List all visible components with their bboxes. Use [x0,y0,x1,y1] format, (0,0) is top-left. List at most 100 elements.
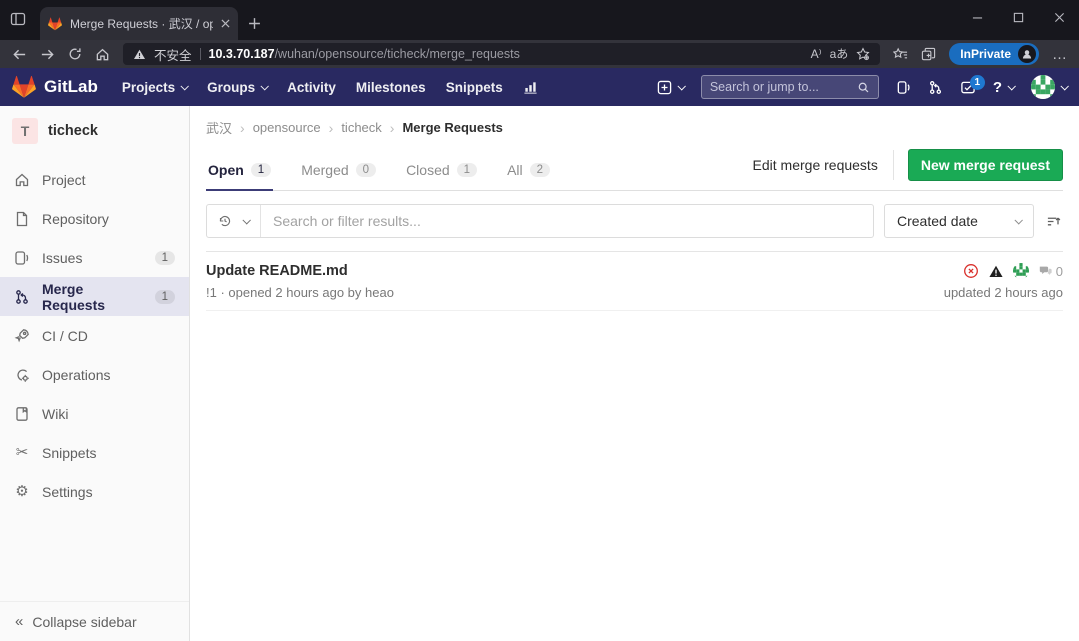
mr-info: Update README.md !1 · opened 2 hours ago… [206,263,394,300]
gitlab-brand[interactable]: GitLab [44,77,98,97]
todo-count-badge: 1 [970,75,985,90]
breadcrumb-separator: › [240,120,245,136]
merge-warning-icon[interactable] [988,264,1004,279]
address-bar[interactable]: 不安全 10.3.70.187/wuhan/opensource/ticheck… [123,43,880,65]
help-icon: ? [993,79,1002,96]
nav-milestones[interactable]: Milestones [346,80,436,95]
mr-updated: updated 2 hours ago [944,285,1063,300]
chevron-down-icon [242,216,250,224]
favorites-star-icon[interactable] [856,47,870,61]
comment-icon [1038,264,1053,278]
gitlab-navbar: GitLab Projects Groups Activity Mileston… [0,68,1079,106]
forward-icon[interactable] [40,47,55,62]
recent-searches-dropdown[interactable] [207,205,261,237]
breadcrumb-group[interactable]: 武汉 [206,118,232,137]
user-menu[interactable] [1031,75,1067,99]
address-divider [200,48,201,60]
sidebar-item-repository[interactable]: Repository [0,199,189,238]
mr-meta: !1 · opened 2 hours ago by heao [206,285,394,300]
sort-direction-icon[interactable] [1044,212,1063,231]
sidebar-item-issues[interactable]: Issues 1 [0,238,189,277]
sidebar-item-settings[interactable]: ⚙ Settings [0,472,189,511]
chevron-down-icon [677,82,685,90]
todos-icon[interactable]: 1 [960,80,976,95]
nav-snippets[interactable]: Snippets [436,80,513,95]
global-search-input[interactable] [710,80,857,94]
main-area: T ticheck Project Repository Issues 1 Me… [0,106,1079,641]
back-icon[interactable] [12,47,27,62]
new-menu-icon[interactable] [657,80,684,95]
breadcrumb-subgroup[interactable]: opensource [253,120,321,135]
nav-projects[interactable]: Projects [112,80,197,95]
merge-request-row[interactable]: Update README.md !1 · opened 2 hours ago… [206,252,1063,311]
inprivate-label: InPrivate [960,47,1011,61]
tab-all[interactable]: All2 [505,154,552,191]
assignee-avatar[interactable] [1013,263,1029,279]
project-name: ticheck [48,123,98,139]
nav-groups[interactable]: Groups [197,80,277,95]
mr-title-link[interactable]: Update README.md [206,263,394,279]
chevron-down-icon [181,82,189,90]
tab-open[interactable]: Open1 [206,154,273,191]
filter-search-input[interactable] [261,213,873,229]
collections-icon[interactable] [921,47,936,62]
sidebar-item-wiki[interactable]: Wiki [0,394,189,433]
nav-activity[interactable]: Activity [277,80,346,95]
mr-state-tabs: Open1 Merged0 Closed1 All2 Edit merge re… [206,149,1063,191]
refresh-icon[interactable] [68,47,82,61]
sidebar-item-merge-requests[interactable]: Merge Requests 1 [0,277,189,316]
collapse-sidebar-button[interactable]: « Collapse sidebar [0,601,189,641]
new-tab-icon[interactable] [248,17,261,30]
read-aloud-icon[interactable]: A⁾ [811,48,822,60]
file-icon [14,211,30,227]
issues-nav-icon[interactable] [896,80,911,95]
merge-requests-nav-icon[interactable] [928,80,943,95]
rocket-icon [14,328,30,344]
chart-icon[interactable] [513,80,548,95]
close-window-icon[interactable] [1054,12,1065,23]
tab-closed[interactable]: Closed1 [404,154,479,191]
tab-actions-menu-icon[interactable] [10,11,26,27]
global-search[interactable] [701,75,879,99]
browser-tab[interactable]: Merge Requests · 武汉 / opensc [40,7,238,40]
edit-merge-requests-button[interactable]: Edit merge requests [741,150,894,180]
translate-icon[interactable]: aあ [830,48,849,60]
breadcrumb-project[interactable]: ticheck [341,120,381,135]
profile-avatar-icon [1018,45,1036,63]
tab-merged[interactable]: Merged0 [299,154,378,191]
maximize-icon[interactable] [1013,12,1024,23]
inprivate-badge[interactable]: InPrivate [949,43,1039,65]
project-avatar: T [12,118,38,144]
chevron-down-icon [1014,216,1022,224]
browser-menu-icon[interactable]: … [1052,47,1067,62]
gitlab-logo-icon[interactable] [12,75,36,99]
breadcrumb-separator: › [390,120,395,136]
sidebar-item-snippets[interactable]: ✂ Snippets [0,433,189,472]
project-sidebar: T ticheck Project Repository Issues 1 Me… [0,106,190,641]
breadcrumb-separator: › [329,120,334,136]
help-menu[interactable]: ? [993,79,1014,96]
sidebar-item-ci-cd[interactable]: CI / CD [0,316,189,355]
tab-close-icon[interactable] [221,19,230,28]
filter-bar: Created date [206,204,1063,238]
sidebar-item-project[interactable]: Project [0,160,189,199]
open-count-badge: 1 [251,163,271,177]
pipeline-failed-icon[interactable] [963,263,979,279]
home-icon[interactable] [95,47,110,62]
favorites-list-icon[interactable] [893,47,908,62]
merge-request-list: Update README.md !1 · opened 2 hours ago… [206,251,1063,311]
security-label[interactable]: 不安全 [154,45,192,64]
project-context-header[interactable]: T ticheck [0,106,189,160]
merge-request-icon [14,289,30,305]
new-merge-request-button[interactable]: New merge request [908,149,1063,181]
sidebar-item-operations[interactable]: Operations [0,355,189,394]
browser-toolbar: 不安全 10.3.70.187/wuhan/opensource/ticheck… [0,40,1079,68]
filtered-search-box[interactable] [206,204,874,238]
url-text[interactable]: 10.3.70.187/wuhan/opensource/ticheck/mer… [209,47,520,61]
sort-dropdown[interactable]: Created date [884,204,1034,238]
minimize-icon[interactable] [972,12,983,23]
issues-count-badge: 1 [155,251,175,265]
home-icon [14,172,30,188]
comments-link[interactable]: 0 [1038,264,1063,279]
scissors-icon: ✂ [14,445,30,460]
